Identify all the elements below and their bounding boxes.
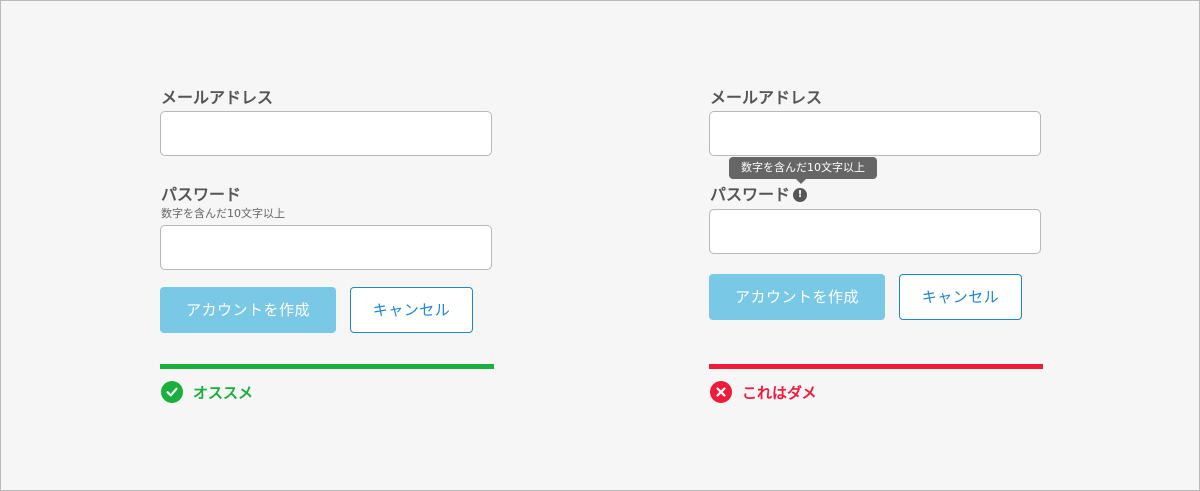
cancel-button[interactable]: キャンセル: [350, 287, 473, 333]
password-field[interactable]: [709, 209, 1041, 254]
info-icon[interactable]: !: [793, 188, 807, 202]
email-label: メールアドレス: [161, 88, 274, 107]
recommended-example: メールアドレス パスワード 数字を含んだ10文字以上 アカウントを作成 キャンセ…: [160, 1, 494, 490]
tooltip-arrow: [796, 179, 806, 184]
comparison-frame: メールアドレス パスワード 数字を含んだ10文字以上 アカウントを作成 キャンセ…: [0, 0, 1200, 491]
cross-circle-icon: [710, 381, 732, 403]
cancel-button[interactable]: キャンセル: [899, 274, 1022, 320]
email-field[interactable]: [709, 111, 1041, 156]
create-account-button[interactable]: アカウントを作成: [709, 274, 885, 320]
password-field[interactable]: [160, 225, 492, 270]
recommended-divider: [160, 364, 494, 369]
verdict-bad: これはダメ: [710, 380, 817, 404]
password-label: パスワード: [710, 185, 791, 204]
password-hint: 数字を含んだ10文字以上: [161, 207, 285, 220]
bad-example: メールアドレス 数字を含んだ10文字以上 パスワード ! アカウントを作成 キャ…: [709, 1, 1043, 490]
password-tooltip: 数字を含んだ10文字以上: [729, 157, 877, 179]
verdict-text: これはダメ: [742, 383, 817, 402]
verdict-text: オススメ: [193, 383, 254, 402]
password-label: パスワード: [161, 185, 242, 204]
check-circle-icon: [161, 381, 183, 403]
email-label: メールアドレス: [710, 88, 823, 107]
email-field[interactable]: [160, 111, 492, 156]
bad-divider: [709, 364, 1043, 369]
create-account-button[interactable]: アカウントを作成: [160, 287, 336, 333]
verdict-recommended: オススメ: [161, 380, 253, 404]
